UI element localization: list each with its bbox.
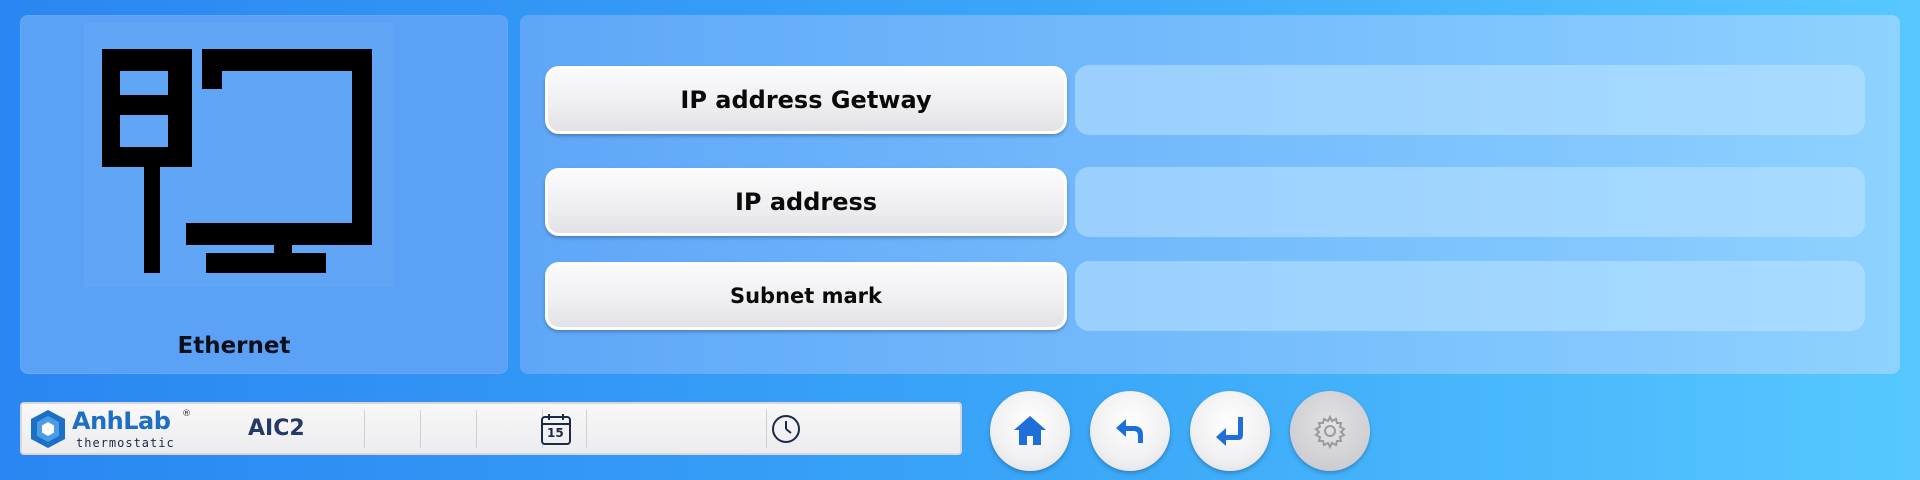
ethernet-monitor-icon [84, 23, 394, 287]
gateway-ip-value[interactable] [1075, 65, 1865, 135]
brand-subtitle: thermostatic [76, 436, 175, 450]
settings-button[interactable] [1290, 391, 1370, 471]
network-settings-panel: IP address Getway IP address Subnet mark [520, 15, 1900, 374]
divider [364, 410, 365, 448]
home-icon [1014, 416, 1046, 445]
calendar-icon[interactable]: 15 [540, 412, 572, 446]
divider [420, 410, 421, 448]
calendar-day: 15 [547, 426, 564, 440]
enter-icon [1216, 417, 1243, 446]
subnet-mask-value[interactable] [1075, 261, 1865, 331]
ip-address-value[interactable] [1075, 167, 1865, 237]
brand-name: AnhLab [72, 407, 171, 435]
clock-icon[interactable] [770, 412, 802, 446]
gear-icon [1314, 414, 1346, 449]
status-bar: AnhLab ® thermostatic AIC2 15 [20, 402, 962, 455]
brand-registered-mark: ® [182, 409, 191, 419]
divider [476, 410, 477, 448]
device-name: AIC2 [248, 416, 305, 441]
back-button[interactable] [1090, 391, 1170, 471]
logo-hex-icon [31, 410, 65, 448]
ethernet-label: Ethernet [177, 333, 291, 359]
ethernet-panel[interactable]: Ethernet [20, 15, 508, 374]
divider [766, 410, 767, 448]
anhlab-logo: AnhLab ® thermostatic [26, 407, 196, 451]
divider [586, 410, 587, 448]
back-icon [1116, 419, 1143, 443]
subnet-mask-button[interactable]: Subnet mark [545, 262, 1067, 330]
ip-address-button[interactable]: IP address [545, 168, 1067, 236]
enter-button[interactable] [1190, 391, 1270, 471]
gateway-ip-button[interactable]: IP address Getway [545, 66, 1067, 134]
home-button[interactable] [990, 391, 1070, 471]
